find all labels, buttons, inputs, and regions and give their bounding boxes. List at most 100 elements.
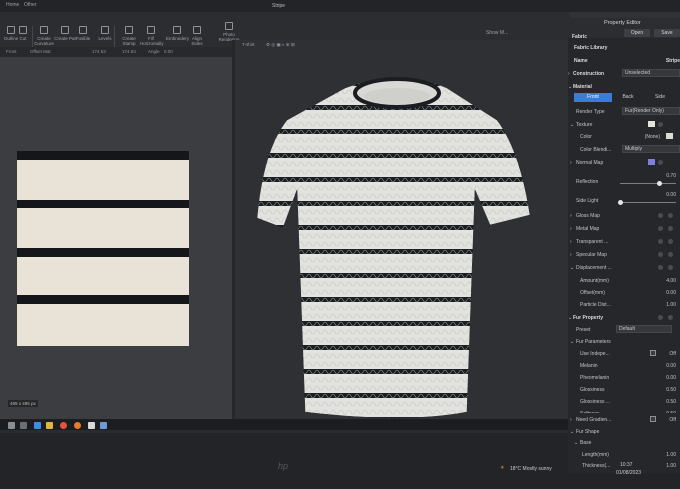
fabric-panel[interactable] (17, 304, 189, 346)
tshirt-3d-model[interactable] (235, 40, 570, 430)
view-settings-icon[interactable]: ⚙ ◎ ▣ ◐ ⊕ ⊞ (266, 42, 295, 48)
transparent-map-options-icon[interactable] (658, 239, 663, 244)
collapse-arrow-icon[interactable]: ⌄ (570, 265, 574, 271)
texture-size-label: 495 x 495 px (8, 400, 38, 407)
color-swatch[interactable] (666, 133, 673, 139)
folder-icon[interactable] (46, 422, 53, 429)
collapse-arrow-icon[interactable]: ⌄ (570, 429, 574, 435)
side-light-slider[interactable] (620, 202, 676, 203)
texture-swatch[interactable] (648, 121, 655, 127)
offset-mat-option[interactable]: Offset Mat (30, 49, 51, 54)
clock-date[interactable]: 01/08/2023 (616, 470, 641, 476)
expand-arrow-icon[interactable]: › (570, 239, 572, 245)
color-blend-dropdown[interactable]: Multiply (622, 145, 680, 153)
reflection-value[interactable]: 0.70 (666, 173, 676, 179)
specular-map-clear-icon[interactable] (668, 252, 673, 257)
cut-tool[interactable]: Cut (12, 26, 34, 41)
color-value[interactable]: (None) (645, 134, 660, 140)
expand-arrow-icon[interactable]: › (570, 226, 572, 232)
side-light-value[interactable]: 0.00 (666, 192, 676, 198)
transparent-map-clear-icon[interactable] (668, 239, 673, 244)
collapse-arrow-icon[interactable]: ⌄ (568, 315, 572, 321)
amount-value[interactable]: 4.00 (666, 278, 676, 284)
expand-arrow-icon[interactable]: › (570, 213, 572, 219)
glossiness-secondary-value[interactable]: 0.50 (666, 399, 676, 405)
normal-map-options-icon[interactable] (658, 160, 663, 165)
front-option[interactable]: Front (6, 49, 17, 54)
metal-map-clear-icon[interactable] (668, 226, 673, 231)
edge-browser-icon[interactable] (34, 422, 41, 429)
embroidery-tool[interactable]: Embroidery (166, 26, 189, 41)
photo-rendering-tool[interactable]: Photo Rendering (218, 22, 240, 42)
side-light-slider-handle[interactable] (618, 200, 623, 205)
need-gradient-checkbox[interactable] (650, 416, 656, 422)
preset-dropdown[interactable]: Default (616, 325, 672, 333)
show-mesh-toggle[interactable]: Show M... (486, 30, 508, 36)
search-icon[interactable] (20, 422, 27, 429)
menu-other[interactable]: Other (24, 2, 37, 8)
gloss-map-clear-icon[interactable] (668, 213, 673, 218)
clock-time[interactable]: 10:37 (620, 462, 633, 468)
save-button[interactable]: Save (654, 29, 680, 37)
expand-arrow-icon[interactable]: › (570, 252, 572, 258)
align-sides-tool[interactable]: Align Sides (186, 26, 208, 46)
texture-options-icon[interactable] (658, 122, 663, 127)
reflection-slider-handle[interactable] (657, 181, 663, 186)
chrome-icon[interactable] (60, 422, 67, 429)
normal-map-swatch[interactable] (648, 159, 655, 165)
gloss-map-options-icon[interactable] (658, 213, 663, 218)
tab-front[interactable]: Front (574, 93, 612, 102)
windows-start-icon[interactable] (8, 422, 15, 429)
fabric-panel[interactable] (17, 208, 189, 248)
fur-save-icon[interactable] (658, 315, 663, 320)
pattern-icon (61, 26, 69, 34)
tab-back[interactable]: Back (614, 93, 642, 102)
displacement-options-icon[interactable] (658, 265, 663, 270)
collapse-arrow-icon[interactable]: ⌄ (568, 84, 572, 90)
tab-side[interactable]: Side (646, 93, 674, 102)
menu-home[interactable]: Home (6, 2, 19, 8)
fusible-tool[interactable]: Fusible (72, 26, 94, 41)
firefox-icon[interactable] (74, 422, 81, 429)
viewport-3d[interactable] (235, 40, 570, 430)
collapse-arrow-icon[interactable]: ⌄ (570, 122, 574, 128)
angle-label: Angle (148, 49, 160, 54)
length-value[interactable]: 1.00 (666, 452, 676, 458)
fabric-panel[interactable] (17, 160, 189, 200)
weather-icon[interactable]: ☀ (500, 465, 504, 471)
app-icon[interactable] (88, 422, 95, 429)
reflection-slider[interactable] (620, 183, 676, 184)
pattern-2d-window[interactable]: 495 x 495 px (0, 57, 232, 430)
fabric-panel[interactable] (17, 257, 189, 295)
name-value[interactable]: Stripe (666, 58, 680, 64)
width-value[interactable]: 174.63 (92, 49, 106, 54)
clo-app-icon[interactable] (100, 422, 107, 429)
open-button[interactable]: Open (624, 29, 650, 37)
glossiness-value[interactable]: 0.50 (666, 387, 676, 393)
expand-arrow-icon[interactable]: › (570, 160, 572, 166)
metal-map-options-icon[interactable] (658, 226, 663, 231)
render-type-dropdown[interactable]: Fur(Render Only) (622, 107, 680, 115)
levels-tool[interactable]: Levels (94, 26, 116, 41)
pheomelanin-value[interactable]: 0.00 (666, 375, 676, 381)
melanin-value[interactable]: 0.00 (666, 363, 676, 369)
fur-load-icon[interactable] (668, 315, 673, 320)
use-independent-checkbox[interactable] (650, 350, 656, 356)
view-tab-tshirt[interactable]: T-shirt (242, 42, 255, 47)
create-stamp-tool[interactable]: Create Stamp (118, 26, 140, 46)
create-curvature-tool[interactable]: Create Curvature (33, 26, 55, 46)
collapse-arrow-icon[interactable]: ⌄ (570, 339, 574, 345)
angle-value[interactable]: 0.00 (164, 49, 173, 54)
weather-text[interactable]: 18°C Mostly sunny (510, 466, 552, 472)
particle-distance-value[interactable]: 1.00 (666, 302, 676, 308)
height-value[interactable]: 174.63 (122, 49, 136, 54)
fill-horizontally-tool[interactable]: Fill Horizontally (140, 26, 164, 46)
specular-map-options-icon[interactable] (658, 252, 663, 257)
construction-dropdown[interactable]: Unselected (622, 69, 680, 77)
expand-arrow-icon[interactable]: › (570, 417, 572, 423)
offset-value[interactable]: 0.00 (666, 290, 676, 296)
expand-arrow-icon[interactable]: › (568, 71, 570, 77)
fabric-library-link[interactable]: Fabric Library (574, 45, 607, 51)
displacement-clear-icon[interactable] (668, 265, 673, 270)
collapse-arrow-icon[interactable]: ⌄ (574, 440, 578, 446)
